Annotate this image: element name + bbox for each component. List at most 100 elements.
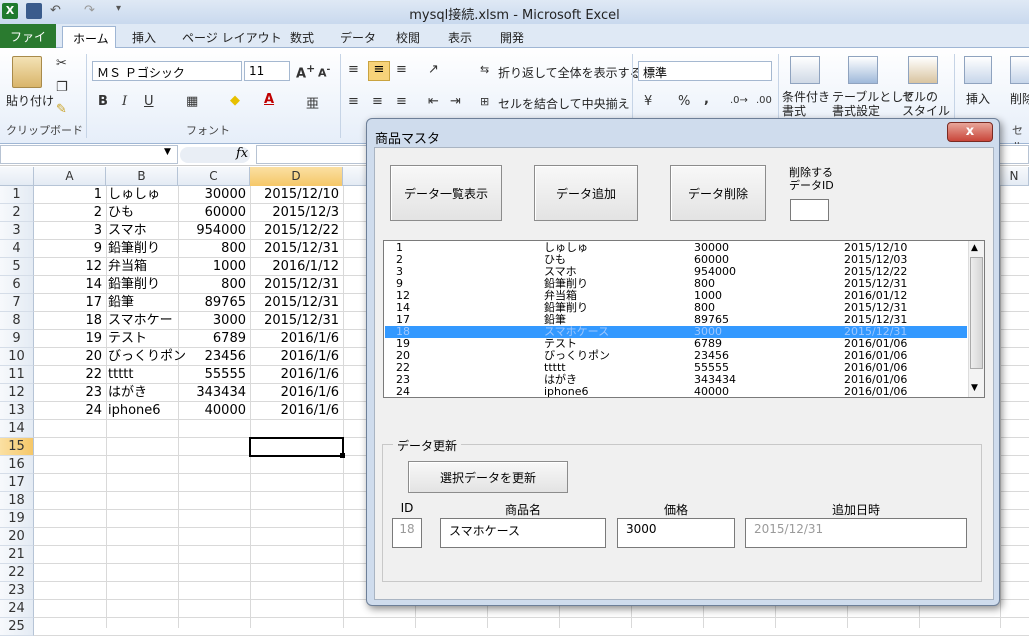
- cell-d[interactable]: [250, 600, 339, 618]
- cell-a[interactable]: [34, 438, 102, 456]
- row-header[interactable]: 12: [0, 384, 34, 402]
- column-header[interactable]: C: [178, 167, 250, 186]
- tab-insert[interactable]: 挿入: [124, 27, 164, 48]
- cell-a[interactable]: [34, 582, 102, 600]
- wrap-text-button[interactable]: 折り返して全体を表示する: [498, 64, 642, 81]
- row-header[interactable]: 20: [0, 528, 34, 546]
- row-header[interactable]: 2: [0, 204, 34, 222]
- cell-a[interactable]: 14: [34, 276, 102, 294]
- added-date-field[interactable]: 2015/12/31: [745, 518, 967, 548]
- cell-d[interactable]: 2016/1/12: [250, 258, 339, 276]
- cell-a[interactable]: [34, 546, 102, 564]
- increase-decimal-icon[interactable]: .0→: [730, 95, 748, 106]
- row-header[interactable]: 25: [0, 618, 34, 636]
- tab-review[interactable]: 校閲: [388, 27, 428, 48]
- tab-view[interactable]: 表示: [440, 27, 480, 48]
- delete-cells-button[interactable]: 削除: [1010, 90, 1029, 107]
- fill-handle[interactable]: [340, 453, 345, 458]
- format-painter-icon[interactable]: ✎: [56, 102, 67, 117]
- tab-file[interactable]: ファイル: [0, 24, 56, 61]
- cell-a[interactable]: 24: [34, 402, 102, 420]
- cell-a[interactable]: 23: [34, 384, 102, 402]
- cell-c[interactable]: [178, 564, 246, 582]
- cell-c[interactable]: [178, 618, 246, 636]
- cell-c[interactable]: [178, 546, 246, 564]
- cell-a[interactable]: [34, 564, 102, 582]
- row-header[interactable]: 16: [0, 456, 34, 474]
- cell-c[interactable]: 1000: [178, 258, 246, 276]
- cell-c[interactable]: 40000: [178, 402, 246, 420]
- tab-formulas[interactable]: 数式: [282, 27, 322, 48]
- cell-d[interactable]: 2016/1/6: [250, 330, 339, 348]
- tab-page-layout[interactable]: ページ レイアウト: [174, 27, 290, 48]
- row-header[interactable]: 4: [0, 240, 34, 258]
- cell-d[interactable]: [250, 546, 339, 564]
- cell-c[interactable]: [178, 582, 246, 600]
- cell-c[interactable]: 60000: [178, 204, 246, 222]
- cell-d[interactable]: 2015/12/31: [250, 294, 339, 312]
- cell-d[interactable]: 2016/1/6: [250, 384, 339, 402]
- currency-format-icon[interactable]: ¥: [644, 94, 652, 109]
- row-header[interactable]: 13: [0, 402, 34, 420]
- column-header[interactable]: N: [1000, 167, 1029, 186]
- cell-style-button[interactable]: セルの スタイル: [902, 90, 950, 118]
- cell-a[interactable]: 18: [34, 312, 102, 330]
- paste-icon[interactable]: [12, 56, 42, 88]
- close-button[interactable]: x: [947, 122, 993, 142]
- copy-icon[interactable]: ❐: [56, 80, 68, 95]
- paste-button[interactable]: 貼り付け: [6, 92, 54, 109]
- cell-d[interactable]: [250, 456, 339, 474]
- data-listbox[interactable]: 1 しゅしゅ 30000 2015/12/10 2 ひも 60000 2015/12/03 3 ス…: [383, 240, 985, 398]
- cell-d[interactable]: [250, 492, 339, 510]
- product-name-field[interactable]: スマホケース: [440, 518, 606, 548]
- cell-d[interactable]: [250, 618, 339, 636]
- column-header[interactable]: A: [34, 167, 106, 186]
- row-header[interactable]: 10: [0, 348, 34, 366]
- shrink-font-icon[interactable]: A-: [318, 64, 330, 80]
- insert-function-button[interactable]: fx: [236, 146, 248, 161]
- cell-a[interactable]: [34, 492, 102, 510]
- row-header[interactable]: 7: [0, 294, 34, 312]
- insert-cells-button[interactable]: 挿入: [966, 90, 990, 107]
- cell-a[interactable]: 19: [34, 330, 102, 348]
- column-header[interactable]: D: [250, 167, 343, 186]
- font-size-select[interactable]: 11: [244, 61, 290, 81]
- cell-c[interactable]: 55555: [178, 366, 246, 384]
- cell-a[interactable]: [34, 474, 102, 492]
- listbox-row[interactable]: 24 iphone6 40000 2016/01/06: [385, 386, 967, 398]
- chevron-down-icon[interactable]: ▼: [164, 147, 171, 157]
- insert-cells-icon[interactable]: [964, 56, 992, 84]
- row-header[interactable]: 18: [0, 492, 34, 510]
- format-as-table-icon[interactable]: [848, 56, 878, 84]
- cell-c[interactable]: [178, 600, 246, 618]
- row-header[interactable]: 19: [0, 510, 34, 528]
- cell-d[interactable]: 2016/1/6: [250, 402, 339, 420]
- scroll-up-icon[interactable]: ▲: [971, 243, 978, 253]
- cell-d[interactable]: 2015/12/31: [250, 312, 339, 330]
- row-header[interactable]: 5: [0, 258, 34, 276]
- cell-c[interactable]: 6789: [178, 330, 246, 348]
- select-all-corner[interactable]: [0, 167, 34, 186]
- cell-c[interactable]: 800: [178, 276, 246, 294]
- cell-a[interactable]: [34, 510, 102, 528]
- cell-d[interactable]: 2015/12/3: [250, 204, 339, 222]
- phonetic-icon[interactable]: 亜: [306, 93, 319, 112]
- cell-style-icon[interactable]: [908, 56, 938, 84]
- cell-a[interactable]: 17: [34, 294, 102, 312]
- align-top-icon[interactable]: ≡: [348, 62, 359, 77]
- update-selected-button[interactable]: 選択データを更新: [408, 461, 568, 493]
- row-header[interactable]: 15: [0, 438, 34, 456]
- delete-id-input[interactable]: [790, 199, 829, 221]
- comma-button[interactable]: ,: [704, 92, 709, 107]
- fill-color-icon[interactable]: ◆: [230, 93, 240, 108]
- cell-c[interactable]: [178, 456, 246, 474]
- tab-home[interactable]: ホーム: [62, 26, 116, 49]
- cell-c[interactable]: 343434: [178, 384, 246, 402]
- cell-d[interactable]: 2015/12/22: [250, 222, 339, 240]
- cell-c[interactable]: 30000: [178, 186, 246, 204]
- cell-a[interactable]: 9: [34, 240, 102, 258]
- italic-button[interactable]: I: [122, 94, 127, 109]
- conditional-format-icon[interactable]: [790, 56, 820, 84]
- cell-a[interactable]: 3: [34, 222, 102, 240]
- cell-c[interactable]: [178, 438, 246, 456]
